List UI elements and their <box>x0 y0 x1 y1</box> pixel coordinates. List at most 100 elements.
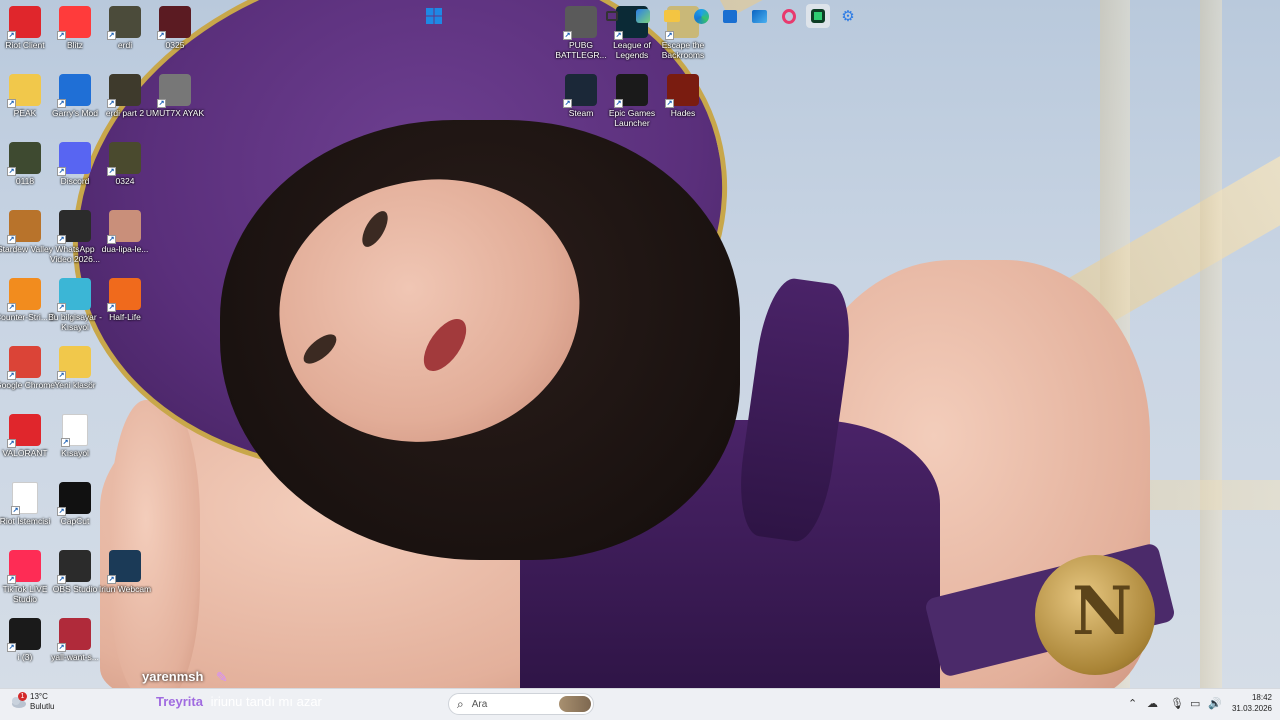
task-view-button[interactable] <box>602 4 622 28</box>
image-thumb-icon: ↗ <box>57 618 91 652</box>
shortcut-arrow-icon: ↗ <box>7 31 16 40</box>
video-thumb-icon: ↗ <box>7 142 41 176</box>
weather-temperature: 13°C <box>30 692 48 701</box>
taskbar-app-edge[interactable] <box>690 4 712 28</box>
desktop-icon[interactable]: ↗ 0324 <box>95 142 155 186</box>
desktop-icon[interactable]: ↗ Iriun Webcam <box>95 550 155 594</box>
shortcut-arrow-icon: ↗ <box>57 507 66 516</box>
taskbar-clock[interactable]: 18:42 31.03.2026 <box>1228 692 1272 714</box>
microphone-icon[interactable]: 🎙 <box>1170 697 1184 710</box>
taskbar-app-file-explorer[interactable] <box>661 4 683 28</box>
video-thumb-icon: ↗ <box>107 142 141 176</box>
shortcut-arrow-icon: ↗ <box>107 235 116 244</box>
video-thumb-icon: ↗ <box>107 74 141 108</box>
shortcut-arrow-icon: ↗ <box>57 31 66 40</box>
cloud-icon: 1 <box>10 692 27 709</box>
caption-rest: iriunu tandı mı azar <box>210 694 322 709</box>
shortcut-arrow-icon: ↗ <box>57 575 66 584</box>
shortcut-arrow-icon: ↗ <box>57 371 66 380</box>
shortcut-arrow-icon: ↗ <box>157 99 166 108</box>
video-thumb-icon: ↗ <box>57 210 91 244</box>
half-life-icon: ↗ <box>107 278 141 312</box>
folder-icon: ↗ <box>57 346 91 380</box>
file-explorer-icon <box>664 10 680 22</box>
image-thumb-icon: ↗ <box>107 210 141 244</box>
caption-highlight: Treyrita <box>156 694 203 709</box>
desktop-icon-label: 0324 <box>115 176 135 186</box>
video-thumb-icon: ↗ <box>107 6 141 40</box>
shortcut-arrow-icon: ↗ <box>7 99 16 108</box>
desktop-icon-label: Yeni klasör <box>54 380 96 390</box>
desktop-icon-label: Escape the Backrooms <box>661 40 705 60</box>
desktop-icon[interactable]: ↗ Yeni klasör <box>45 346 105 390</box>
shortcut-arrow-icon: ↗ <box>57 235 66 244</box>
blank-file-icon: ↗ <box>11 482 38 515</box>
stardew-valley-icon: ↗ <box>7 210 41 244</box>
taskbar-app-outlook[interactable] <box>748 4 770 28</box>
desktop-icon[interactable]: ↗ Kısayol <box>45 414 105 458</box>
windows-icon <box>426 8 442 24</box>
chrome-icon: ↗ <box>7 346 41 380</box>
shortcut-arrow-icon: ↗ <box>61 438 70 447</box>
desktop-icon-label: yall-want-s... <box>51 652 99 662</box>
folder-icon: ↗ <box>7 74 41 108</box>
shortcut-arrow-icon: ↗ <box>614 99 623 108</box>
desktop-icon-label: 0325 <box>165 40 185 50</box>
shortcut-arrow-icon: ↗ <box>7 303 16 312</box>
desktop-icon[interactable]: ↗ Hades <box>653 74 713 118</box>
overlay-username: yarenmsh <box>142 669 204 684</box>
clock-time: 18:42 <box>1251 693 1272 702</box>
taskbar-app-store[interactable] <box>719 4 741 28</box>
clock-date: 31.03.2026 <box>1231 704 1272 713</box>
opera-icon <box>782 8 796 24</box>
desktop-icon-label: dua-lipa-le... <box>101 244 149 254</box>
riot-client-icon: ↗ <box>7 6 41 40</box>
start-button[interactable] <box>423 4 445 28</box>
search-placeholder: Ara <box>471 698 488 710</box>
taskbar-app-settings[interactable]: ⚙ <box>837 4 859 28</box>
shortcut-arrow-icon: ↗ <box>7 643 16 652</box>
desktop-icon[interactable]: ↗ Half-Life <box>95 278 155 322</box>
chevron-up-icon[interactable]: ⌃ <box>1128 697 1137 710</box>
shortcut-arrow-icon: ↗ <box>665 99 674 108</box>
taskbar-app-widgets[interactable] <box>632 4 654 28</box>
tiktok-live-icon: ↗ <box>7 550 41 584</box>
taskbar-app-iriun-webcam[interactable] <box>806 4 830 28</box>
shortcut-arrow-icon: ↗ <box>7 167 16 176</box>
taskbar-app-opera-gx[interactable] <box>778 4 800 28</box>
taskbar-search[interactable]: ⌕ Ara <box>448 693 594 715</box>
shortcut-arrow-icon: ↗ <box>57 167 66 176</box>
shortcut-arrow-icon: ↗ <box>563 31 572 40</box>
outlook-icon <box>751 9 767 23</box>
search-icon: ⌕ <box>457 696 464 711</box>
desktop-icon[interactable]: ↗ UMUT7X AYAK <box>145 74 205 118</box>
shortcut-arrow-icon: ↗ <box>563 99 572 108</box>
desktop-icon-label: Iriun Webcam <box>98 584 152 594</box>
capcut-icon: ↗ <box>57 482 91 516</box>
desktop-icon-label: Half-Life <box>109 312 141 322</box>
shortcut-arrow-icon: ↗ <box>57 303 66 312</box>
feather-icon: ✎ <box>216 669 228 685</box>
iriun-webcam-icon: ↗ <box>107 550 141 584</box>
onedrive-icon[interactable]: ☁ <box>1147 697 1158 710</box>
desktop-icon[interactable]: ↗ CapCut <box>45 482 105 526</box>
search-highlight-image <box>559 696 591 712</box>
discord-icon: ↗ <box>57 142 91 176</box>
steam-icon: ↗ <box>563 74 597 108</box>
shortcut-arrow-icon: ↗ <box>665 31 674 40</box>
counter-strike-icon: ↗ <box>7 278 41 312</box>
shortcut-arrow-icon: ↗ <box>57 99 66 108</box>
desktop-icon[interactable]: ↗ 0325 <box>145 6 205 50</box>
desktop-icon-label: CapCut <box>60 516 90 526</box>
weather-widget[interactable]: 1 13°C Bulutlu <box>10 692 54 712</box>
desktop-icon-label: Kısayol <box>61 448 89 458</box>
garrys-mod-icon: ↗ <box>57 74 91 108</box>
network-icon[interactable]: ▭ <box>1190 697 1200 710</box>
desktop-icon[interactable]: ↗ dua-lipa-le... <box>95 210 155 254</box>
shortcut-arrow-icon: ↗ <box>7 575 16 584</box>
volume-icon[interactable]: 🔊 <box>1208 697 1222 710</box>
shortcut-arrow-icon: ↗ <box>107 167 116 176</box>
valorant-icon: ↗ <box>7 414 41 448</box>
hades-icon: ↗ <box>665 74 699 108</box>
desktop-icon[interactable]: ↗ yall-want-s... <box>45 618 105 662</box>
